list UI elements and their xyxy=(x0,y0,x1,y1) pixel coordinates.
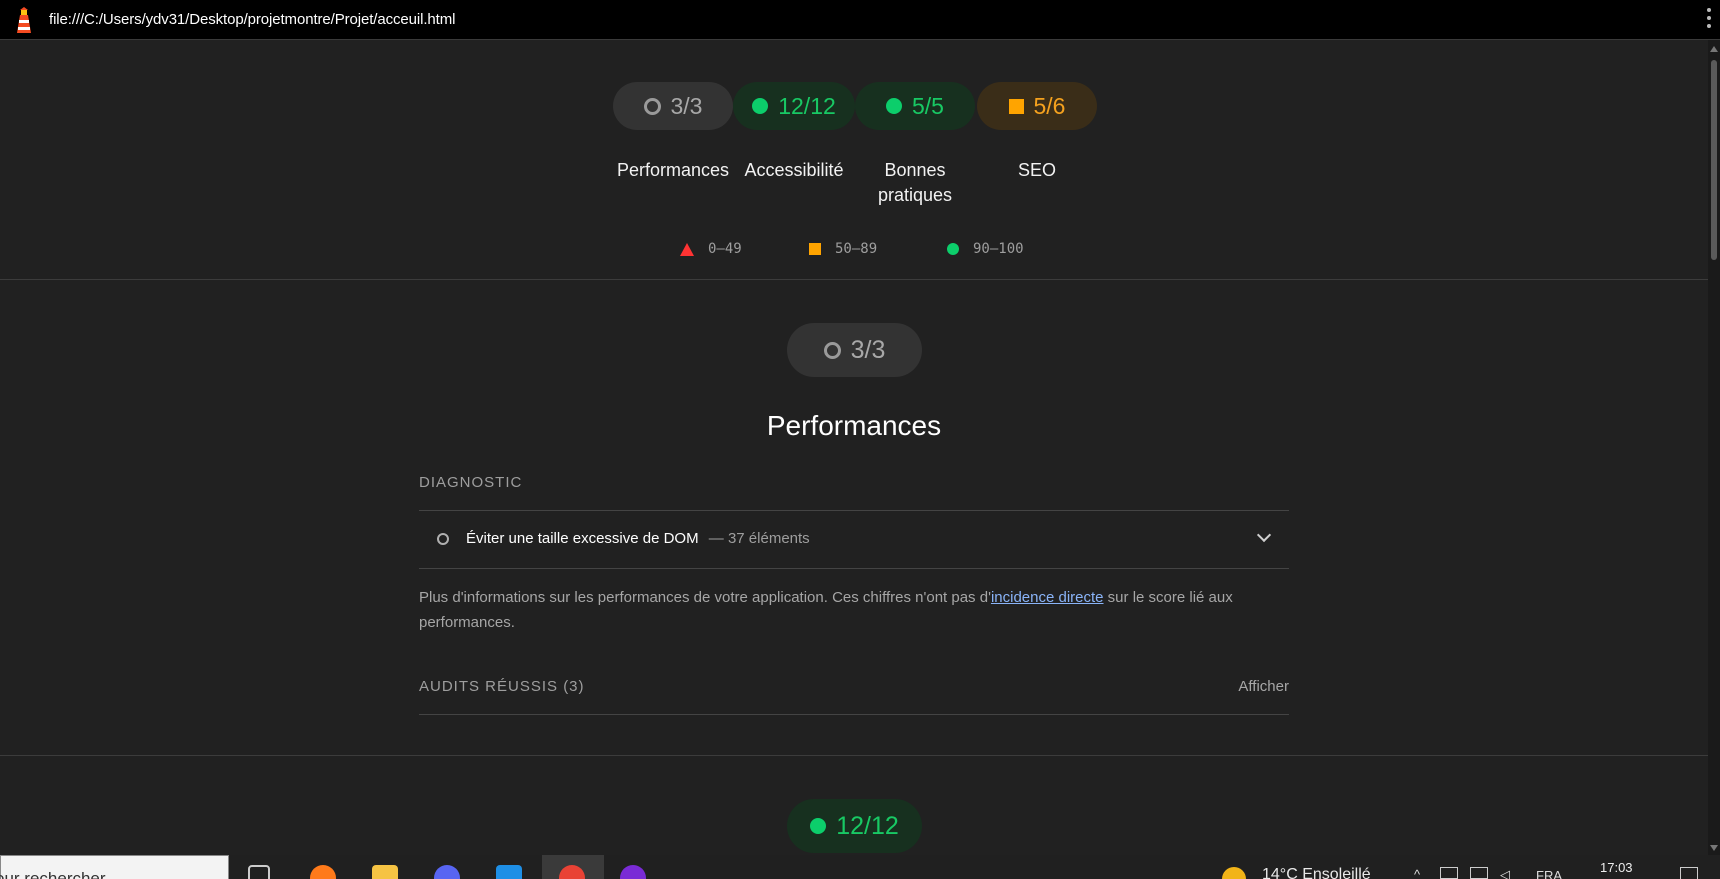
legend-range: 90–100 xyxy=(973,241,1024,257)
neutral-ring-icon xyxy=(643,97,661,115)
average-square-icon xyxy=(809,243,821,255)
gauge-score: 5/5 xyxy=(912,92,944,119)
firefox-icon[interactable] xyxy=(310,865,336,879)
gauge-score: 5/6 xyxy=(1033,92,1066,119)
scroll-thumb[interactable] xyxy=(1711,60,1717,260)
incidence-directe-link[interactable]: incidence directe xyxy=(991,589,1104,606)
audit-row-dom-size[interactable]: Éviter une taille excessive de DOM — 37 … xyxy=(419,510,1289,568)
language-indicator[interactable]: FRA xyxy=(1536,868,1562,879)
gauge-performances[interactable]: 3/3 xyxy=(613,82,733,130)
description-text: Plus d'informations sur les performances… xyxy=(419,589,991,606)
fail-triangle-icon xyxy=(680,242,694,256)
performance-gauge: 3/3 xyxy=(787,323,922,377)
discord-icon[interactable] xyxy=(434,865,460,879)
lighthouse-icon xyxy=(17,7,31,33)
show-passed-button[interactable]: Afficher xyxy=(1238,678,1289,695)
page-scrollbar[interactable] xyxy=(1708,40,1720,855)
pass-dot-icon xyxy=(947,243,959,255)
performance-score: 3/3 xyxy=(850,335,886,364)
app-icon[interactable] xyxy=(620,865,646,879)
chevron-down-icon[interactable] xyxy=(1256,527,1272,543)
legend-pass: 90–100 xyxy=(947,241,1024,257)
battery-icon[interactable] xyxy=(1470,867,1488,879)
gauge-bonnes-pratiques[interactable]: 5/5 xyxy=(855,82,975,130)
gauge-score: 12/12 xyxy=(778,92,836,119)
gauge-label-performances[interactable]: Performances xyxy=(613,158,733,183)
weather-text[interactable]: 14°C Ensoleillé xyxy=(1262,866,1371,879)
scroll-down-icon[interactable] xyxy=(1710,845,1718,851)
browser-top-bar: file:///C:/Users/ydv31/Desktop/projetmon… xyxy=(0,0,1720,40)
search-placeholder: our rechercher xyxy=(0,869,106,879)
network-icon[interactable] xyxy=(1440,867,1458,879)
section-divider xyxy=(0,755,1708,756)
gauge-label-accessibilite[interactable]: Accessibilité xyxy=(733,158,855,183)
notifications-icon[interactable] xyxy=(1680,867,1698,879)
url-text[interactable]: file:///C:/Users/ydv31/Desktop/projetmon… xyxy=(49,11,455,28)
accessibility-score: 12/12 xyxy=(836,811,899,840)
gauge-score: 3/3 xyxy=(670,92,703,119)
gauge-label-seo[interactable]: SEO xyxy=(977,158,1097,183)
performance-description: Plus d'informations sur les performances… xyxy=(419,585,1289,635)
file-explorer-icon[interactable] xyxy=(372,865,398,879)
task-view-icon[interactable] xyxy=(248,865,270,879)
neutral-ring-icon xyxy=(823,341,841,359)
windows-taskbar: our rechercher 14°C Ensoleillé ^ ◁ FRA 1… xyxy=(0,855,1720,879)
performance-title: Performances xyxy=(766,410,942,441)
audit-divider xyxy=(419,568,1289,569)
audit-title: Éviter une taille excessive de DOM xyxy=(466,530,699,547)
vscode-icon[interactable] xyxy=(496,865,522,879)
scroll-up-icon[interactable] xyxy=(1710,46,1718,52)
taskbar-search[interactable]: our rechercher xyxy=(0,855,229,879)
legend-range: 0–49 xyxy=(708,241,742,257)
diagnostic-header: DIAGNOSTIC xyxy=(419,474,523,491)
audit-divider xyxy=(419,714,1289,715)
audit-separator: — xyxy=(708,530,724,547)
pass-dot-icon xyxy=(752,98,769,114)
section-divider xyxy=(0,279,1708,280)
neutral-ring-icon xyxy=(437,533,449,545)
more-options-icon[interactable] xyxy=(1706,8,1712,30)
legend-fail: 0–49 xyxy=(680,241,742,257)
gauge-accessibilite[interactable]: 12/12 xyxy=(733,82,855,130)
weather-icon[interactable] xyxy=(1222,867,1246,879)
legend-average: 50–89 xyxy=(809,241,877,257)
accessibility-gauge: 12/12 xyxy=(787,799,922,853)
passed-audits-header[interactable]: AUDITS RÉUSSIS (3) xyxy=(419,678,585,695)
volume-icon[interactable]: ◁ xyxy=(1500,867,1510,879)
pass-dot-icon xyxy=(886,98,902,114)
average-square-icon xyxy=(1008,98,1024,114)
legend-range: 50–89 xyxy=(835,241,878,257)
pass-dot-icon xyxy=(810,818,827,834)
gauge-seo[interactable]: 5/6 xyxy=(977,82,1097,130)
clock-time[interactable]: 17:03 xyxy=(1600,860,1633,875)
gauge-label-bonnes-pratiques[interactable]: Bonnes pratiques xyxy=(865,158,965,208)
tray-chevron-icon[interactable]: ^ xyxy=(1414,867,1420,879)
audit-display-value: 37 éléments xyxy=(727,530,810,547)
